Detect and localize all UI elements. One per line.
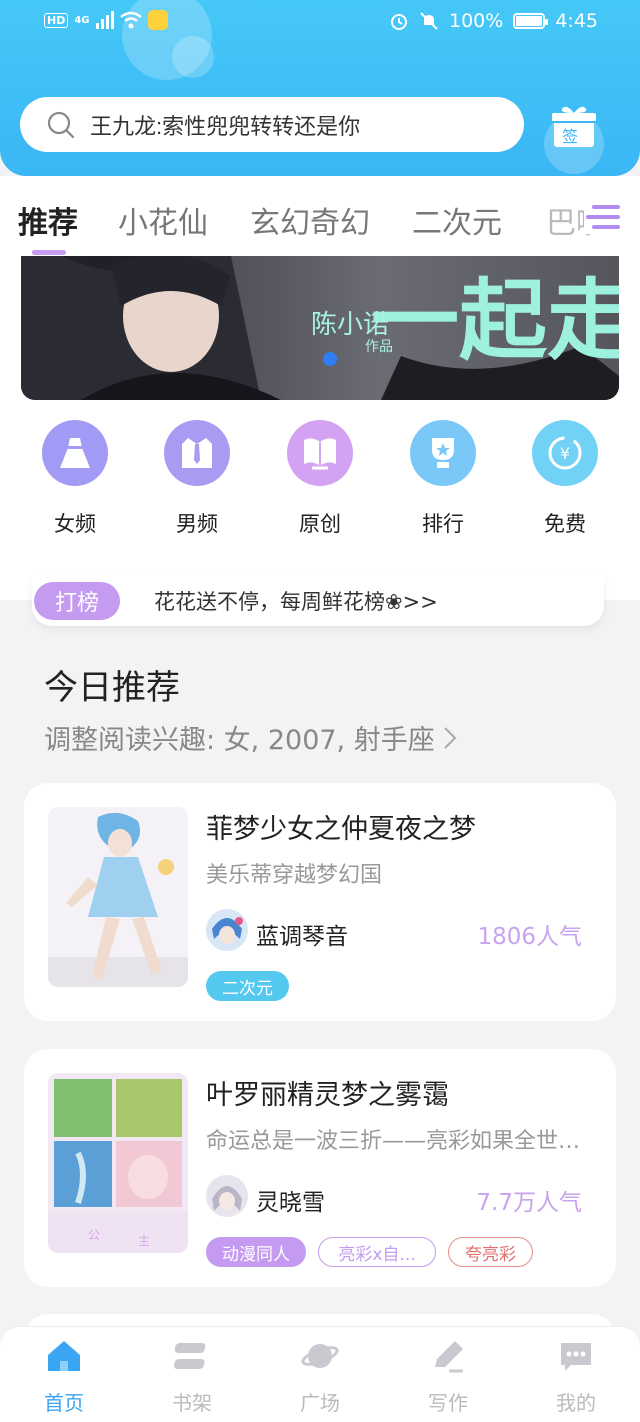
wifi-icon <box>119 11 142 29</box>
nav-bookshelf[interactable]: 书架 <box>152 1337 232 1416</box>
rank-badge: 打榜 <box>34 582 120 620</box>
book-popularity: 1806人气 <box>477 924 582 950</box>
book-tag[interactable]: 夸亮彩 <box>448 1237 533 1267</box>
active-tab-indicator <box>32 250 66 255</box>
home-icon <box>48 1341 80 1371</box>
bookshelf-icon <box>174 1343 206 1369</box>
network-label: 4G <box>74 14 90 26</box>
category-label: 排行 <box>422 512 464 536</box>
shirt-icon <box>164 420 230 486</box>
category-label: 女频 <box>54 512 96 536</box>
category-label: 原创 <box>299 512 341 536</box>
book-popularity: 7.7万人气 <box>476 1190 582 1216</box>
header: HD 4G 100% 4:45 王九龙:索性兜兜转转还是你 签 <box>0 0 640 176</box>
svg-text:公: 公 <box>88 1228 100 1242</box>
alarm-icon <box>391 14 407 30</box>
nav-home[interactable]: 首页 <box>24 1337 104 1416</box>
nav-mine[interactable]: 我的 <box>536 1337 616 1416</box>
interest-text: 调整阅读兴趣: 女, 2007, 射手座 <box>44 725 435 756</box>
tab-anime[interactable]: 二次元 <box>412 198 502 242</box>
gift-label: 签 <box>562 127 579 146</box>
mute-icon <box>420 12 438 30</box>
banner-page-dot[interactable] <box>323 352 337 366</box>
book-author: 灵晓雪 <box>256 1190 325 1216</box>
book-title: 菲梦少女之仲夏夜之梦 <box>206 814 476 845</box>
svg-text:¥: ¥ <box>560 444 570 463</box>
clock-time: 4:45 <box>555 10 598 32</box>
category-label: 免费 <box>544 512 586 536</box>
tab-menu-icon[interactable] <box>584 200 624 234</box>
banner-work: 作品 <box>365 339 393 355</box>
app-notification-icon <box>147 10 168 30</box>
section-title: 今日推荐 <box>44 668 180 708</box>
chevron-right-icon <box>444 726 457 749</box>
nav-square[interactable]: 广场 <box>280 1337 360 1416</box>
tab-fantasy[interactable]: 玄幻奇幻 <box>250 198 370 242</box>
tab-xiaohuaxian[interactable]: 小花仙 <box>118 198 208 242</box>
rank-text: 花花送不停，每周鲜花榜❀>> <box>154 590 438 614</box>
book-card[interactable]: 菲梦少女之仲夏夜之梦 美乐蒂穿越梦幻国 蓝调琴音 1806人气 二次元 <box>24 783 616 1021</box>
nav-label: 首页 <box>44 1391 84 1415</box>
nav-label: 书架 <box>172 1391 212 1415</box>
book-cover <box>48 807 188 987</box>
category-ranking[interactable]: 排行 <box>388 420 498 538</box>
book-icon <box>287 420 353 486</box>
category-label: 男频 <box>176 512 218 536</box>
book-author: 蓝调琴音 <box>256 924 348 950</box>
nav-write[interactable]: 写作 <box>408 1337 488 1416</box>
signal-icon <box>95 11 114 29</box>
dress-icon <box>42 420 108 486</box>
book-description: 命运总是一波三折——亮彩如果全世界都... <box>206 1129 598 1154</box>
search-placeholder: 王九龙:索性兜兜转转还是你 <box>90 113 361 139</box>
interest-adjust-link[interactable]: 调整阅读兴趣: 女, 2007, 射手座 <box>44 718 457 757</box>
hd-icon: HD <box>44 12 69 28</box>
sign-in-gift-button[interactable]: 签 <box>550 103 598 151</box>
category-original[interactable]: 原创 <box>265 420 375 538</box>
pen-icon <box>435 1341 463 1373</box>
svg-text:主: 主 <box>138 1234 150 1248</box>
battery-icon <box>513 13 549 29</box>
tab-recommend[interactable]: 推荐 <box>18 198 78 242</box>
book-tag[interactable]: 二次元 <box>206 971 289 1001</box>
book-tag[interactable]: 亮彩x自... <box>318 1237 436 1267</box>
category-male[interactable]: 男频 <box>142 420 252 538</box>
banner-title: 一起走 <box>371 268 619 372</box>
category-free[interactable]: ¥ 免费 <box>510 420 620 538</box>
book-tags: 二次元 <box>206 971 289 1001</box>
planet-icon <box>301 1344 339 1368</box>
book-cover: 公 主 <box>48 1073 188 1253</box>
book-card[interactable]: 公 主 叶罗丽精灵梦之雾霭 命运总是一波三折——亮彩如果全世界都... 灵晓雪 … <box>24 1049 616 1287</box>
yuan-icon: ¥ <box>532 420 598 486</box>
banner[interactable]: 一起走 陈小诺 作品 <box>21 256 619 400</box>
category-female[interactable]: 女频 <box>20 420 130 538</box>
search-icon <box>47 111 75 138</box>
nav-label: 写作 <box>428 1391 468 1415</box>
category-tabs: 推荐 小花仙 玄幻奇幻 二次元 巴啦 <box>0 176 640 256</box>
battery-percent: 100% <box>449 10 504 32</box>
search-bar[interactable]: 王九龙:索性兜兜转转还是你 <box>20 97 524 152</box>
avatar <box>206 1175 248 1217</box>
bottom-navigation: 首页 书架 广场 写作 我的 <box>0 1326 640 1422</box>
trophy-icon <box>410 420 476 486</box>
status-bar: HD 4G 100% 4:45 <box>0 0 640 44</box>
avatar <box>206 909 248 951</box>
book-description: 美乐蒂穿越梦幻国 <box>206 863 383 888</box>
book-tag[interactable]: 动漫同人 <box>206 1237 306 1267</box>
nav-label: 广场 <box>300 1391 340 1415</box>
book-title: 叶罗丽精灵梦之雾霭 <box>206 1080 449 1111</box>
book-tags: 动漫同人 亮彩x自... 夸亮彩 <box>206 1237 533 1267</box>
chat-bubble-icon <box>561 1343 591 1371</box>
nav-label: 我的 <box>556 1391 596 1415</box>
rank-banner[interactable]: 打榜 花花送不停，每周鲜花榜❀>> <box>32 576 604 626</box>
category-shortcuts: 女频 男频 原创 排行 ¥ 免费 <box>0 420 640 560</box>
